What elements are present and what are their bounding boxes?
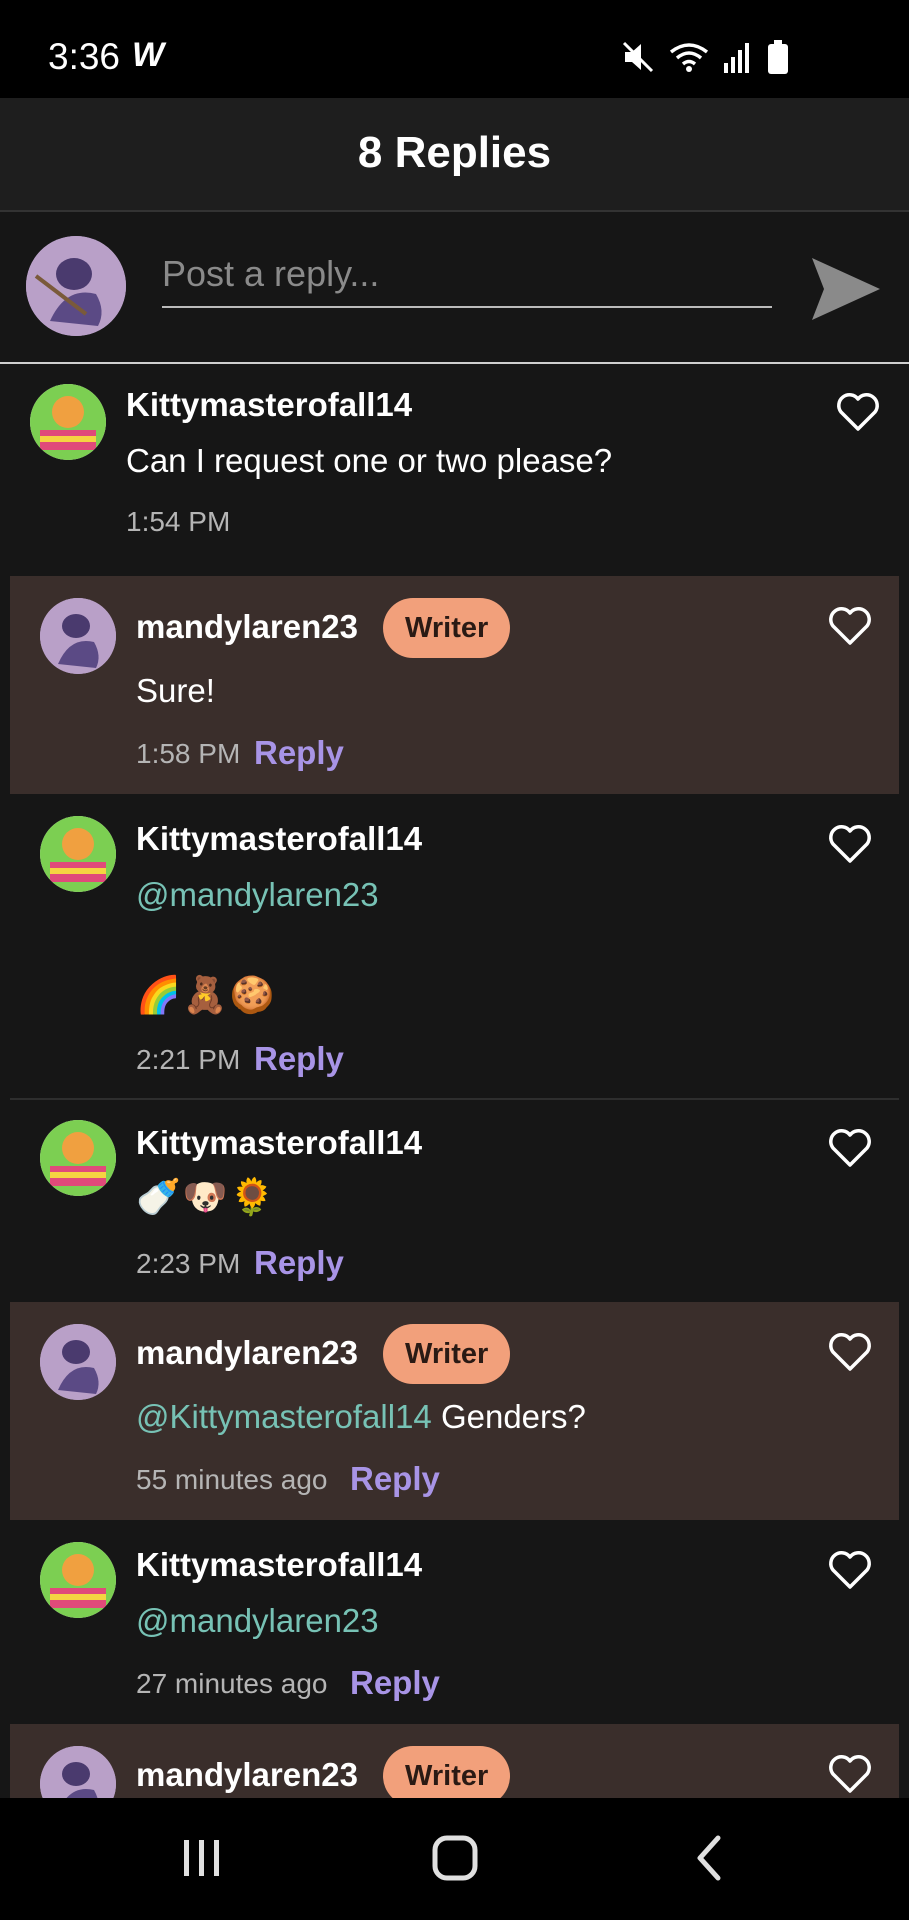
username[interactable]: Kittymasterofall14 <box>136 1546 422 1584</box>
page-title: 8 Replies <box>357 128 552 177</box>
reply-text: Sure! <box>136 672 215 709</box>
mention-link[interactable]: @mandylaren23 <box>136 876 379 914</box>
avatar[interactable] <box>40 1324 116 1400</box>
list-item: Kittymasterofall14 @mandylaren23 🌈🧸🍪 2:2… <box>10 794 899 1098</box>
timestamp: 1:58 PM <box>136 738 241 769</box>
list-item: mandylaren23 Writer <box>10 1724 899 1798</box>
avatar[interactable] <box>26 236 126 336</box>
username[interactable]: mandylaren23 <box>136 608 358 646</box>
avatar[interactable] <box>40 1746 116 1798</box>
username[interactable]: Kittymasterofall14 <box>126 386 412 424</box>
heart-icon[interactable] <box>828 1550 872 1590</box>
status-bar: 3:36 W <box>0 0 909 98</box>
send-button[interactable] <box>808 252 882 326</box>
avatar[interactable] <box>40 1542 116 1618</box>
status-time: 3:36 <box>48 36 121 77</box>
battery-icon <box>768 40 788 74</box>
app-notification-icon: W <box>132 36 165 74</box>
heart-icon[interactable] <box>836 392 880 432</box>
list-item: Kittymasterofall14 🍼🐶🌻 2:23 PM Reply <box>10 1098 899 1300</box>
emoji-text: 🌈🧸🍪 <box>136 974 277 1015</box>
system-nav-bar <box>0 1798 909 1920</box>
timestamp: 55 minutes ago <box>136 1464 328 1495</box>
reply-input[interactable] <box>162 250 772 308</box>
reply-button[interactable]: Reply <box>350 1664 440 1702</box>
reply-text-body: Genders? <box>431 1398 586 1435</box>
wifi-icon <box>669 43 709 72</box>
signal-icon <box>724 43 749 73</box>
avatar[interactable] <box>30 384 106 460</box>
writer-badge: Writer <box>383 1746 511 1798</box>
back-icon[interactable] <box>674 1828 744 1888</box>
timestamp: 2:21 PM <box>136 1044 241 1075</box>
heart-icon[interactable] <box>828 1754 872 1794</box>
avatar[interactable] <box>40 1120 116 1196</box>
timestamp: 27 minutes ago <box>136 1668 328 1699</box>
reply-list: Kittymasterofall14 Can I request one or … <box>0 364 909 1798</box>
heart-icon[interactable] <box>828 606 872 646</box>
heart-icon[interactable] <box>828 824 872 864</box>
status-icons <box>621 40 789 74</box>
mute-icon <box>622 41 654 73</box>
reply-text: Can I request one or two please? <box>126 442 613 479</box>
username[interactable]: Kittymasterofall14 <box>136 1124 422 1162</box>
list-item: Kittymasterofall14 Can I request one or … <box>0 364 909 576</box>
list-item: mandylaren23 Writer Sure! 1:58 PM Reply <box>10 576 899 794</box>
username[interactable]: Kittymasterofall14 <box>136 820 422 858</box>
reply-composer <box>0 212 909 364</box>
heart-icon[interactable] <box>828 1128 872 1168</box>
username[interactable]: mandylaren23 <box>136 1756 358 1794</box>
timestamp: 1:54 PM <box>126 506 231 537</box>
replies-header: 8 Replies <box>0 98 909 212</box>
send-icon <box>812 258 880 320</box>
home-icon[interactable] <box>420 1828 490 1888</box>
mention-link[interactable]: @mandylaren23 <box>136 1602 379 1640</box>
list-item: mandylaren23 Writer @Kittymasterofall14 … <box>10 1302 899 1520</box>
writer-badge: Writer <box>383 598 511 658</box>
reply-text: @Kittymasterofall14 Genders? <box>136 1398 586 1436</box>
reply-button[interactable]: Reply <box>350 1460 440 1498</box>
avatar[interactable] <box>40 598 116 674</box>
recent-apps-icon[interactable] <box>166 1828 236 1888</box>
reply-button[interactable]: Reply <box>254 1040 344 1078</box>
timestamp: 2:23 PM <box>136 1248 241 1279</box>
avatar[interactable] <box>40 816 116 892</box>
heart-icon[interactable] <box>828 1332 872 1372</box>
reply-button[interactable]: Reply <box>254 1244 344 1282</box>
list-item: Kittymasterofall14 @mandylaren23 27 minu… <box>10 1520 899 1724</box>
username[interactable]: mandylaren23 <box>136 1334 358 1372</box>
emoji-text: 🍼🐶🌻 <box>136 1176 277 1217</box>
mention-link[interactable]: @Kittymasterofall14 <box>136 1398 432 1435</box>
writer-badge: Writer <box>383 1324 511 1384</box>
reply-button[interactable]: Reply <box>254 734 344 772</box>
